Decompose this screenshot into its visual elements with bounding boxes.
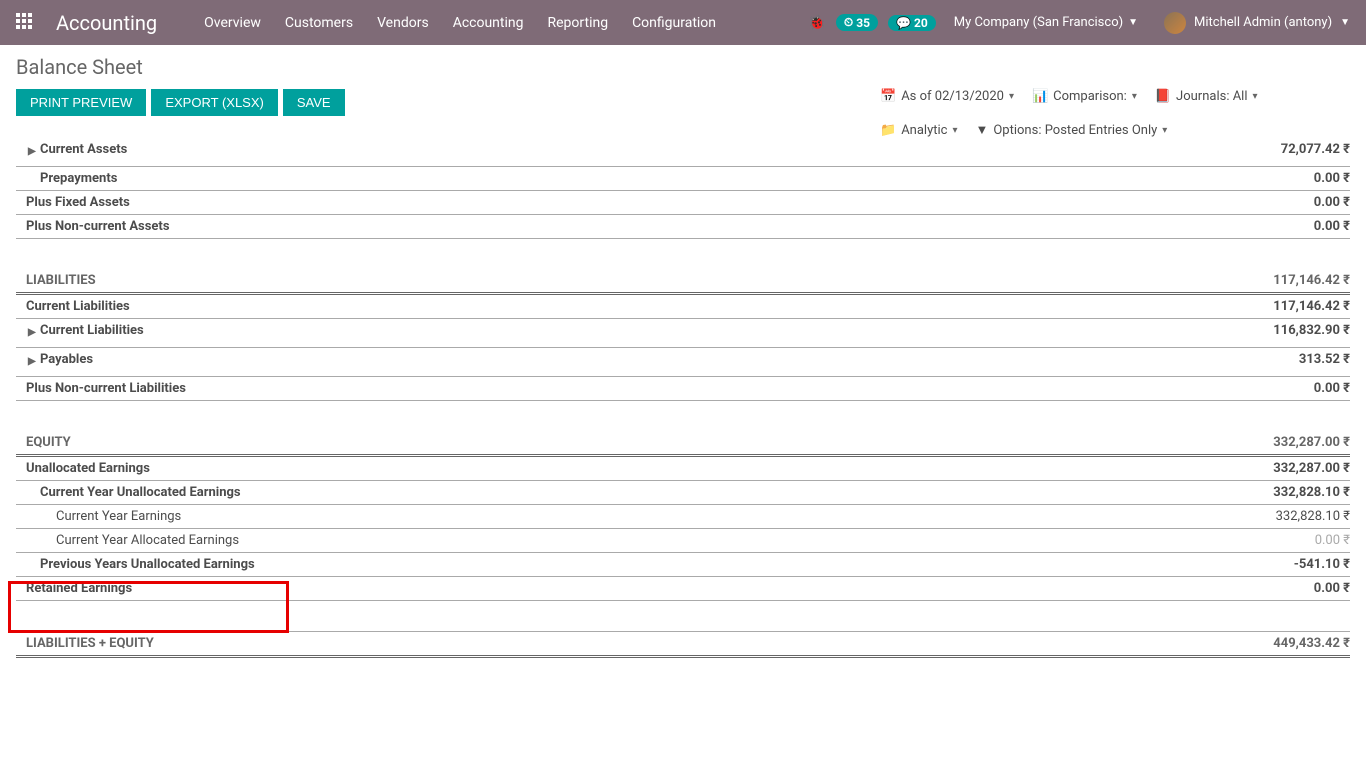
book-icon: 📕 bbox=[1155, 89, 1171, 104]
company-selector[interactable]: My Company (San Francisco) ▼ bbox=[946, 15, 1146, 30]
page-header: Balance Sheet PRINT PREVIEW EXPORT (XLSX… bbox=[0, 45, 1366, 138]
navbar: Accounting Overview Customers Vendors Ac… bbox=[0, 0, 1366, 45]
report-content: ▶ Current Assets 72,077.42 ₹ Prepayments… bbox=[0, 138, 1366, 764]
page-title: Balance Sheet bbox=[16, 55, 1350, 79]
folder-icon: 📁 bbox=[880, 123, 896, 138]
expand-arrow-icon[interactable]: ▶ bbox=[28, 352, 40, 372]
avatar bbox=[1164, 12, 1186, 34]
filter-options[interactable]: ▼ Options: Posted Entries Only ▾ bbox=[975, 122, 1167, 138]
row-prepayments[interactable]: Prepayments 0.00 ₹ bbox=[16, 167, 1350, 191]
bug-icon[interactable]: 🐞 bbox=[808, 15, 825, 31]
row-current-assets[interactable]: ▶ Current Assets 72,077.42 ₹ bbox=[16, 138, 1350, 167]
filter-bar: 📅 As of 02/13/2020 ▾ 📊 Comparison: ▾ 📕 J… bbox=[880, 89, 1350, 138]
filter-asof[interactable]: 📅 As of 02/13/2020 ▾ bbox=[880, 89, 1014, 104]
button-group: PRINT PREVIEW EXPORT (XLSX) SAVE bbox=[16, 89, 345, 116]
row-current-year-earnings[interactable]: Current Year Earnings 332,828.10 ₹ bbox=[16, 505, 1350, 529]
app-brand[interactable]: Accounting bbox=[56, 11, 157, 35]
nav-vendors[interactable]: Vendors bbox=[365, 0, 441, 45]
user-menu[interactable]: Mitchell Admin (antony) ▼ bbox=[1156, 12, 1358, 34]
nav-customers[interactable]: Customers bbox=[273, 0, 365, 45]
chevron-down-icon: ▾ bbox=[1253, 91, 1258, 102]
filter-comparison[interactable]: 📊 Comparison: ▾ bbox=[1032, 89, 1137, 104]
chart-icon: 📊 bbox=[1032, 89, 1048, 104]
messages-badge[interactable]: 💬20 bbox=[888, 15, 936, 31]
row-retained-earnings[interactable]: Retained Earnings 0.00 ₹ bbox=[16, 577, 1350, 601]
row-current-liabilities-total[interactable]: Current Liabilities 117,146.42 ₹ bbox=[16, 295, 1350, 319]
section-equity: EQUITY 332,287.00 ₹ bbox=[16, 431, 1350, 457]
chevron-down-icon: ▾ bbox=[1162, 125, 1167, 136]
nav-accounting[interactable]: Accounting bbox=[441, 0, 536, 45]
activity-badge[interactable]: ⏲35 bbox=[836, 14, 878, 31]
filter-journals[interactable]: 📕 Journals: All ▾ bbox=[1155, 89, 1258, 104]
row-current-year-allocated[interactable]: Current Year Allocated Earnings 0.00 ₹ bbox=[16, 529, 1350, 553]
expand-arrow-icon[interactable]: ▶ bbox=[28, 142, 40, 162]
nav-reporting[interactable]: Reporting bbox=[536, 0, 621, 45]
chevron-down-icon: ▼ bbox=[1128, 17, 1138, 28]
nav-overview[interactable]: Overview bbox=[192, 0, 273, 45]
save-button[interactable]: SAVE bbox=[283, 89, 345, 116]
filter-icon: ▼ bbox=[975, 122, 988, 138]
chat-icon: 💬 bbox=[896, 16, 911, 30]
row-unallocated-earnings[interactable]: Unallocated Earnings 332,287.00 ₹ bbox=[16, 457, 1350, 481]
nav-configuration[interactable]: Configuration bbox=[620, 0, 728, 45]
row-fixed-assets[interactable]: Plus Fixed Assets 0.00 ₹ bbox=[16, 191, 1350, 215]
chevron-down-icon: ▾ bbox=[1132, 91, 1137, 102]
filter-analytic[interactable]: 📁 Analytic ▾ bbox=[880, 122, 957, 138]
section-liabilities: LIABILITIES 117,146.42 ₹ bbox=[16, 269, 1350, 295]
calendar-icon: 📅 bbox=[880, 89, 896, 104]
chevron-down-icon: ▾ bbox=[952, 125, 957, 136]
row-current-year-unallocated[interactable]: Current Year Unallocated Earnings 332,82… bbox=[16, 481, 1350, 505]
row-noncurrent-liabilities[interactable]: Plus Non-current Liabilities 0.00 ₹ bbox=[16, 377, 1350, 401]
chevron-down-icon: ▾ bbox=[1009, 91, 1014, 102]
row-liabilities-equity-total: LIABILITIES + EQUITY 449,433.42 ₹ bbox=[16, 631, 1350, 658]
export-xlsx-button[interactable]: EXPORT (XLSX) bbox=[151, 89, 278, 116]
row-noncurrent-assets[interactable]: Plus Non-current Assets 0.00 ₹ bbox=[16, 215, 1350, 239]
row-previous-years-unallocated[interactable]: Previous Years Unallocated Earnings -541… bbox=[16, 553, 1350, 577]
chevron-down-icon: ▼ bbox=[1340, 17, 1350, 28]
clock-icon: ⏲ bbox=[844, 15, 853, 30]
apps-icon[interactable] bbox=[16, 13, 36, 33]
expand-arrow-icon[interactable]: ▶ bbox=[28, 323, 40, 343]
row-payables[interactable]: ▶ Payables 313.52 ₹ bbox=[16, 348, 1350, 377]
row-current-liabilities[interactable]: ▶ Current Liabilities 116,832.90 ₹ bbox=[16, 319, 1350, 348]
nav-links: Overview Customers Vendors Accounting Re… bbox=[192, 0, 728, 45]
print-preview-button[interactable]: PRINT PREVIEW bbox=[16, 89, 146, 116]
navbar-right: 🐞 ⏲35 💬20 My Company (San Francisco) ▼ M… bbox=[808, 12, 1358, 34]
